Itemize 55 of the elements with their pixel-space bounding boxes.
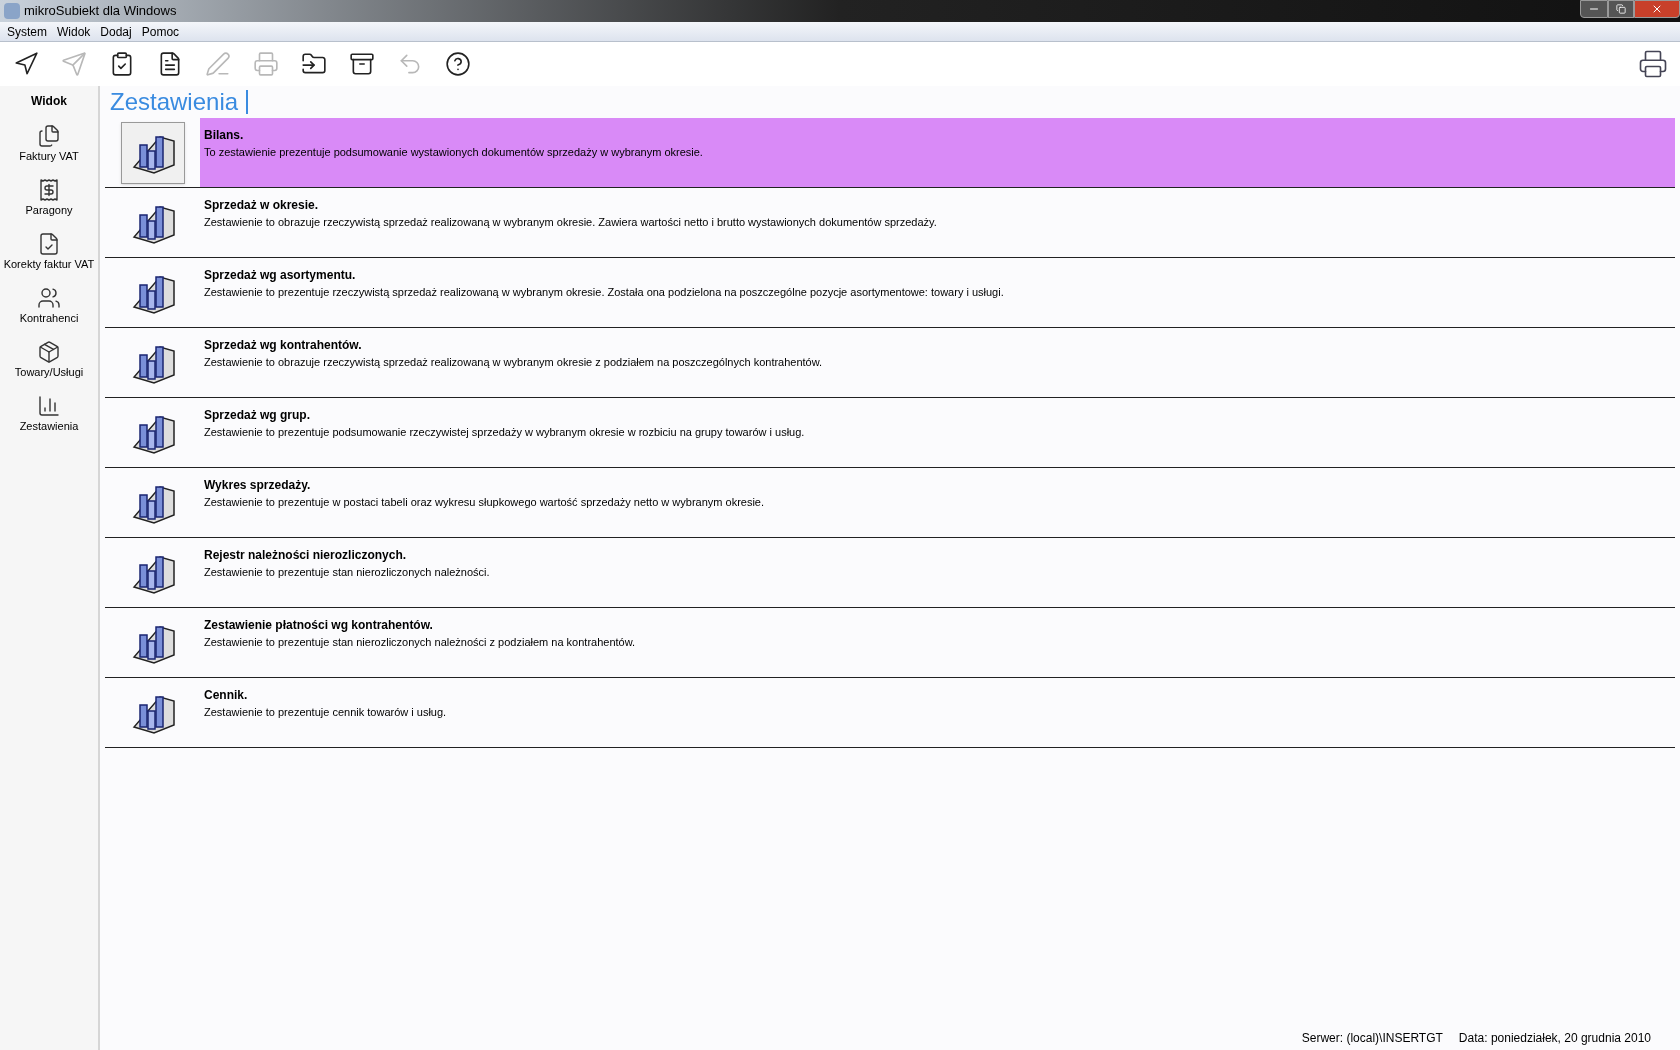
report-description: Zestawienie to prezentuje stan nierozliczonych należności.: [204, 565, 491, 580]
sidebar-item[interactable]: Korekty faktur VAT: [3, 232, 95, 286]
window-title: mikroSubiekt dla Windows: [24, 2, 177, 21]
help-icon[interactable]: [444, 50, 472, 78]
menu-item[interactable]: Dodaj: [97, 22, 135, 41]
app-icon: [4, 3, 20, 19]
sidebar-item[interactable]: Faktury VAT: [19, 124, 79, 178]
archive-icon[interactable]: [348, 50, 376, 78]
sidebar-item[interactable]: Kontrahenci: [19, 286, 79, 340]
report-description: Zestawienie to prezentuje rzeczywistą sprzedaż realizowaną w wybranym okresie. Została ona podzielona na poszczególne pozycje asortymentowe: towary i usługi.: [204, 285, 1005, 300]
report-row[interactable]: Zestawienie płatności wg kontrahentów. Zestawienie to prezentuje stan nierozliczonych należności z podziałem na kontrahentów.: [105, 608, 1675, 678]
report-row[interactable]: Sprzedaż w okresie. Zestawienie to obrazuje rzeczywistą sprzedaż realizowaną w wybranym okresie. Zawiera wartości netto i brutto wystawionych dokumentów sprzedaży.: [105, 188, 1675, 258]
report-title: Sprzedaż wg kontrahentów.: [204, 337, 363, 354]
restore-button[interactable]: [1608, 0, 1634, 18]
report-description: Zestawienie to prezentuje w postaci tabeli oraz wykresu słupkowego wartość sprzedaży netto w wybranym okresie.: [204, 495, 766, 510]
close-icon: [1651, 3, 1663, 15]
report-description: Zestawienie to obrazuje rzeczywistą sprzedaż realizowaną w wybranym okresie z podziałem na poszczególnych kontrahentów.: [204, 355, 824, 370]
menu-item[interactable]: Widok: [54, 22, 94, 41]
report-description: Zestawienie to obrazuje rzeczywistą sprzedaż realizowaną w wybranym okresie. Zawiera wartości netto i brutto wystawionych dokumentów sprzedaży.: [204, 215, 938, 230]
server-status: Serwer: (local)\INSERTGT: [1301, 1030, 1443, 1047]
receipt-icon: [37, 178, 61, 202]
menu-item[interactable]: Pomoc: [138, 22, 183, 41]
people-icon: [37, 286, 61, 310]
menu-item[interactable]: System: [4, 22, 50, 41]
report-row[interactable]: Cennik. Zestawienie to prezentuje cennik towarów i usług.: [105, 678, 1675, 748]
report-title: Rejestr należności nierozliczonych.: [204, 547, 408, 564]
printer-paper-icon[interactable]: [1638, 49, 1668, 79]
checkmark-document-icon: [37, 232, 61, 256]
package-icon: [37, 340, 61, 364]
report-title: Sprzedaż w okresie.: [204, 197, 320, 214]
report-row[interactable]: Sprzedaż wg kontrahentów. Zestawienie to obrazuje rzeczywistą sprzedaż realizowaną w wybranym okresie z podziałem na poszczególnych kontrahentów.: [105, 328, 1675, 398]
sidebar-item[interactable]: Towary/Usługi: [14, 340, 84, 394]
report-description: Zestawienie to prezentuje stan nierozliczonych należności z podziałem na kontrahentów.: [204, 635, 637, 650]
report-title: Zestawienie płatności wg kontrahentów.: [204, 617, 434, 634]
restore-icon: [1616, 4, 1626, 14]
minimize-button[interactable]: [1580, 0, 1608, 18]
documents-icon: [37, 124, 61, 148]
sidebar-item[interactable]: Zestawienia: [19, 394, 79, 448]
date-status: Data: poniedziałek, 20 grudnia 2010: [1458, 1030, 1651, 1047]
report-title: Sprzedaż wg asortymentu.: [204, 267, 357, 284]
report-row[interactable]: Sprzedaż wg asortymentu. Zestawienie to prezentuje rzeczywistą sprzedaż realizowaną w wybranym okresie. Została ona podzielona na poszczególne pozycje asortymentowe: towary i usługi.: [105, 258, 1675, 328]
page-title: Zestawienia: [110, 90, 249, 114]
report-row[interactable]: Rejestr należności nierozliczonych. Zestawienie to prezentuje stan nierozliczonych należności.: [105, 538, 1675, 608]
report-title: Cennik.: [204, 687, 249, 704]
report-description: Zestawienie to prezentuje cennik towarów i usług.: [204, 705, 448, 720]
report-description: Zestawienie to prezentuje podsumowanie rzeczywistej sprzedaży w wybranym okresie w rozbiciu na grupy towarów i usług.: [204, 425, 806, 440]
report-description: To zestawienie prezentuje podsumowanie wystawionych dokumentów sprzedaży w wybranym okresie.: [204, 145, 704, 160]
report-row[interactable]: Wykres sprzedaży. Zestawienie to prezentuje w postaci tabeli oraz wykresu słupkowego wartość sprzedaży netto w wybranym okresie.: [105, 468, 1675, 538]
bar-chart-icon: [37, 394, 61, 418]
report-row[interactable]: Sprzedaż wg grup. Zestawienie to prezentuje podsumowanie rzeczywistej sprzedaży w wybranym okresie w rozbiciu na grupy towarów i usług.: [105, 398, 1675, 468]
report-title: Bilans.: [204, 127, 245, 144]
sidebar-title: Widok: [31, 93, 67, 110]
report-title: Sprzedaż wg grup.: [204, 407, 311, 424]
sidebar-item[interactable]: Paragony: [25, 178, 73, 232]
report-title: Wykres sprzedaży.: [204, 477, 312, 494]
